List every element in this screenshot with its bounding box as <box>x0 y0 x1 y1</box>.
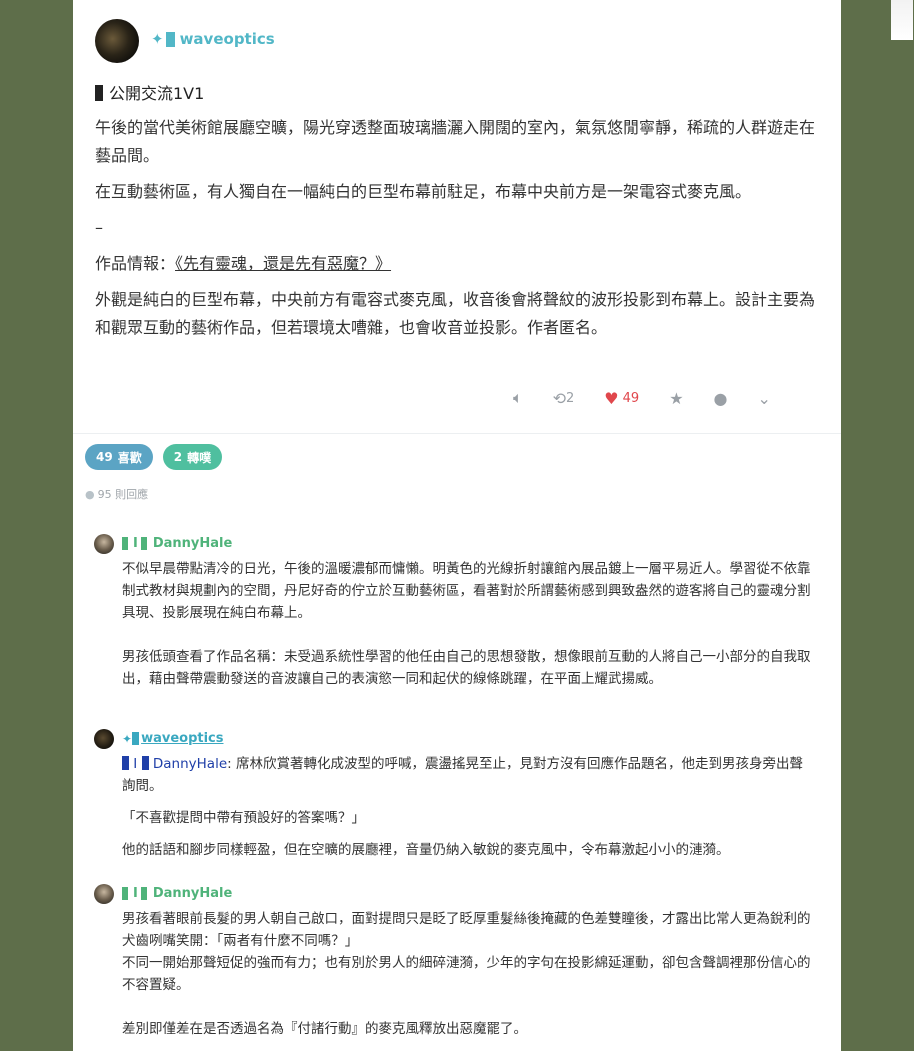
comment-author[interactable]: ✦ waveoptics <box>122 731 224 746</box>
avatar[interactable] <box>94 729 114 749</box>
quote: 「不喜歡提問中帶有預設好的答案嗎？」 <box>122 810 365 826</box>
chevron-down-icon: ⌄ <box>757 388 771 408</box>
comment-body: I DannyHale: 席林欣賞著轉化成波型的呼喊，震盪搖晃至止，見對方沒有回… <box>122 753 816 861</box>
color-bar-icon <box>122 887 128 900</box>
paragraph: 午後的當代美術館展廳空曠，陽光穿透整面玻璃牆灑入開闊的室內，氣氛悠閒寧靜，稀疏的… <box>95 118 816 165</box>
paragraph: 不同一開始那聲短促的強而有力；也有別於男人的細碎漣漪，少年的字句在投影綿延運動，… <box>122 955 811 993</box>
comment-body: 男孩看著眼前長髮的男人朝自己啟口，面對提問只是眨了眨厚重髮絲後掩藏的色差雙瞳後，… <box>122 908 816 1040</box>
comment-bubble-icon: ● <box>85 487 95 501</box>
color-bar-icon <box>132 732 140 745</box>
scroll-shadow <box>891 0 913 40</box>
color-bar-icon <box>140 537 147 550</box>
avatar[interactable] <box>94 534 114 554</box>
heart-icon: ♥ <box>604 388 619 408</box>
comment-body: 不似早晨帶點清冷的日光，午後的溫暖濃郁而慵懶。明黃色的光線折射讓館內展品鍍上一層… <box>122 558 816 690</box>
comment-author[interactable]: I DannyHale <box>122 536 232 551</box>
mute-button[interactable]: 🔈︎ <box>513 388 523 408</box>
paragraph: 他的話語和腳步同樣輕盈，但在空曠的展廳裡，音量仍納入敏銳的麥克風中，令布幕激起小… <box>122 842 730 858</box>
paragraph: 在互動藝術區，有人獨自在一幅純白的巨型布幕前駐足，布幕中央前方是一架電容式麥克風… <box>95 182 752 201</box>
author-name[interactable]: waveoptics <box>180 30 275 48</box>
post-body: 午後的當代美術館展廳空曠，陽光穿透整面玻璃牆灑入開闊的室內，氣氛悠閒寧靜，稀疏的… <box>95 114 815 350</box>
more-button[interactable]: ⌄ <box>758 389 771 408</box>
paragraph: 差別即僅差在是否透過名為『付諸行動』的麥克風釋放出惡魔罷了。 <box>122 1021 527 1037</box>
stats-pills: 49 喜歡 2 轉噗 <box>85 444 232 470</box>
likes-pill[interactable]: 49 喜歡 <box>85 444 153 470</box>
paragraph: 男孩低頭查看了作品名稱：未受過系統性學習的他任由自己的思想發散，想像眼前互動的人… <box>122 649 811 687</box>
mention-link[interactable]: DannyHale <box>153 756 227 772</box>
color-bar-icon <box>141 756 149 770</box>
color-bar-icon <box>165 31 175 47</box>
paragraph: 男孩看著眼前長髮的男人朝自己啟口，面對提問只是眨了眨厚重髮絲後掩藏的色差雙瞳後，… <box>122 911 811 949</box>
replurk-icon: ⟲ <box>552 388 567 408</box>
bookmark-button[interactable]: ★ <box>669 389 683 408</box>
author-name[interactable]: waveoptics <box>141 731 223 746</box>
paragraph: 不似早晨帶點清冷的日光，午後的溫暖濃郁而慵懶。明黃色的光線折射讓館內展品鍍上一層… <box>122 561 811 621</box>
color-bar-icon <box>122 537 128 550</box>
replurks-pill[interactable]: 2 轉噗 <box>162 444 223 470</box>
avatar[interactable] <box>95 19 139 63</box>
like-count: 49 <box>622 390 640 406</box>
speaker-icon: 🔈︎ <box>513 388 523 407</box>
work-label: 作品情報： <box>95 254 176 273</box>
link-icon: ● <box>713 388 728 408</box>
plurk-card: ✦ waveoptics 公開交流1V1 午後的當代美術館展廳空曠，陽光穿透整面… <box>73 0 913 1051</box>
author-name[interactable]: DannyHale <box>153 886 232 901</box>
sparkle-icon: ✦ <box>151 30 164 48</box>
work-description: 外觀是純白的巨型布幕，中央前方有電容式麥克風，收音後會將聲紋的波形投影到布幕上。… <box>95 290 816 337</box>
link-button[interactable]: ● <box>714 389 728 408</box>
sparkle-icon: ✦ <box>122 731 133 746</box>
divider-dash: – <box>95 218 103 237</box>
like-button[interactable]: ♥ 49 <box>604 389 639 408</box>
replies-count: ● 95 則回應 <box>85 487 149 502</box>
star-icon: ★ <box>669 388 684 408</box>
title-bar-icon <box>95 85 103 101</box>
paragraph: I DannyHale: 席林欣賞著轉化成波型的呼喊，震盪搖晃至止，見對方沒有回… <box>122 756 803 794</box>
color-bar-icon <box>122 756 129 770</box>
color-bar-icon <box>140 887 147 900</box>
replurk-button[interactable]: ⟲ 2 <box>553 389 575 408</box>
avatar[interactable] <box>94 884 114 904</box>
work-title-link[interactable]: 《先有靈魂，還是先有惡魔？》 <box>175 254 391 273</box>
post-author[interactable]: ✦ waveoptics <box>151 30 275 48</box>
author-name[interactable]: DannyHale <box>153 536 232 551</box>
comment-author[interactable]: I DannyHale <box>122 886 232 901</box>
work-info: 作品情報：《先有靈魂，還是先有惡魔？》 <box>95 250 815 278</box>
post-title: 公開交流1V1 <box>95 80 204 104</box>
post-actions: 🔈︎ ⟲ 2 ♥ 49 ★ ● ⌄ <box>513 388 801 408</box>
replurk-count: 2 <box>566 390 575 406</box>
divider <box>73 433 841 434</box>
